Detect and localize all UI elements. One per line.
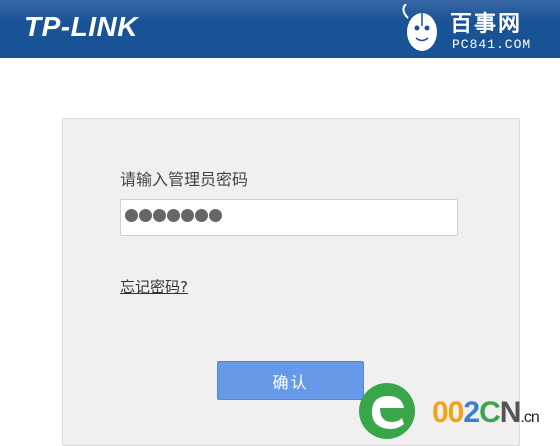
- watermark-letter: N: [499, 396, 522, 429]
- tp-link-logo: TP-LINK: [24, 11, 138, 42]
- watermark-tld: .cn: [520, 409, 539, 426]
- password-field[interactable]: [120, 199, 458, 236]
- watermark-letter: C: [479, 396, 501, 429]
- confirm-button[interactable]: 确认: [217, 361, 364, 400]
- e-leaf-logo-icon: [359, 383, 415, 439]
- watermark-url: PC841.COM: [452, 37, 532, 52]
- password-label: 请输入管理员密码: [120, 170, 249, 189]
- mouse-mascot-icon: [402, 4, 437, 51]
- watermark-title: 百事网: [450, 12, 523, 37]
- watermark-digit: 2: [463, 396, 480, 429]
- watermark-digits: 00: [432, 396, 464, 429]
- corner-watermark: 002CN.cn: [432, 396, 540, 430]
- password-input[interactable]: [121, 200, 457, 235]
- forgot-password-link[interactable]: 忘记密码?: [120, 276, 188, 297]
- top-banner: TP-LINK 百事网 PC841.COM: [0, 0, 560, 58]
